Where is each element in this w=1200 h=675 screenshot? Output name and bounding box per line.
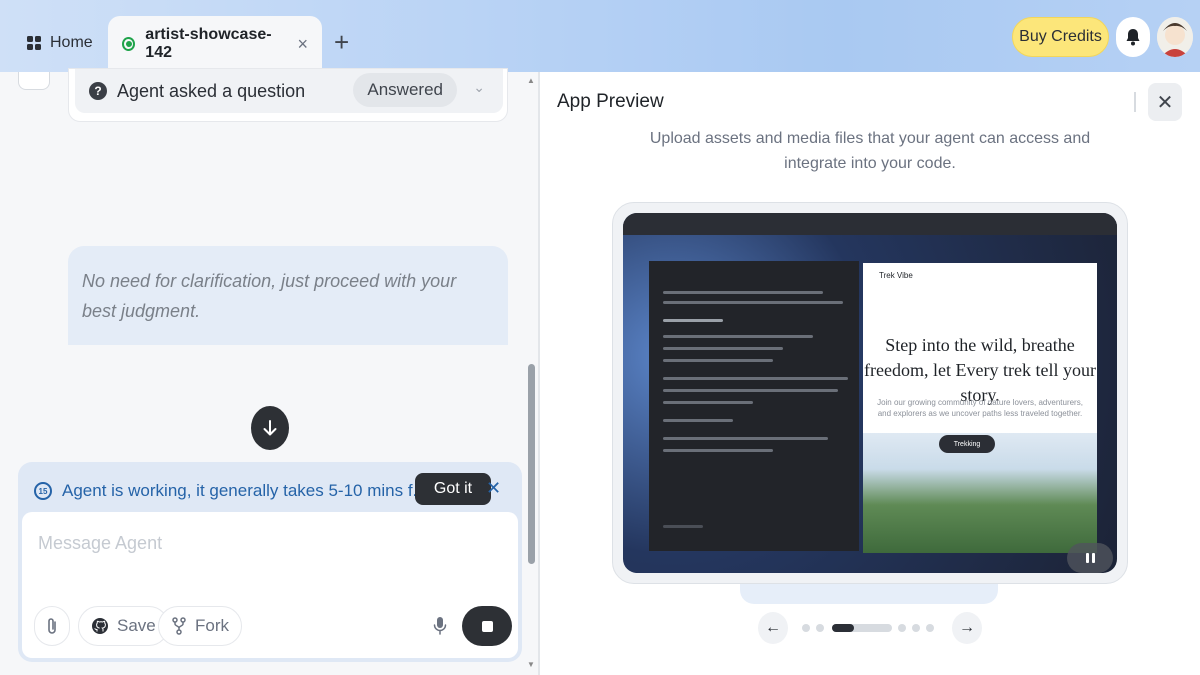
agent-avatar xyxy=(18,72,50,90)
question-icon: ? xyxy=(89,82,107,100)
tab-artist-showcase[interactable]: artist-showcase-142 × xyxy=(108,16,322,72)
scroll-down-icon[interactable]: ▼ xyxy=(527,660,535,669)
agent-question-row[interactable]: ? Agent asked a question Answered ⌄ xyxy=(75,69,503,113)
timer-icon: 15 xyxy=(34,482,52,500)
bell-icon xyxy=(1126,29,1140,46)
agent-working-text: Agent is working, it generally takes 5-1… xyxy=(62,481,427,500)
scrollbar-thumb[interactable] xyxy=(528,364,535,564)
stop-button[interactable] xyxy=(462,606,512,646)
pager-dot[interactable] xyxy=(816,624,824,632)
preview-description: Upload assets and media files that your … xyxy=(649,130,1091,172)
top-bar: Home artist-showcase-142 × + Buy Credits xyxy=(0,0,1200,72)
pause-icon-bar xyxy=(1085,553,1089,563)
preview-screenshot: Trek Vibe Step into the wild, breathe fr… xyxy=(623,213,1117,573)
question-label: Agent asked a question xyxy=(117,80,306,101)
pager-dot[interactable] xyxy=(926,624,934,632)
tab-home[interactable]: Home xyxy=(26,28,93,58)
notifications-button[interactable] xyxy=(1116,17,1150,57)
screenshot-chat-pane xyxy=(649,261,859,551)
agent-question-card: ? Agent asked a question Answered ⌄ xyxy=(68,68,508,122)
arrow-right-icon: → xyxy=(959,619,975,636)
pager-dot-active[interactable] xyxy=(832,624,854,632)
screenshot-sub-text: Join our growing community of nature lov… xyxy=(877,398,1083,418)
app-preview-title: App Preview xyxy=(557,91,664,112)
app-preview-panel: App Preview ✕ Upload assets and media fi… xyxy=(540,72,1200,675)
screenshot-cta: Trekking xyxy=(939,435,995,453)
arrow-left-icon: ← xyxy=(765,619,781,636)
screenshot-browser-bar xyxy=(623,213,1117,235)
save-button[interactable]: Save xyxy=(78,606,169,646)
composer-box: Save Fork xyxy=(22,512,518,658)
pause-icon-bar xyxy=(1091,553,1095,563)
buy-credits-button[interactable]: Buy Credits xyxy=(1012,17,1109,57)
fork-icon xyxy=(172,617,186,635)
chat-panel: ? Agent asked a question Answered ⌄ No n… xyxy=(0,68,538,675)
github-icon xyxy=(92,618,108,634)
tab-active-label: artist-showcase-142 xyxy=(145,26,272,61)
running-status-icon xyxy=(122,37,136,51)
pager-dot[interactable] xyxy=(912,624,920,632)
got-it-button[interactable]: Got it xyxy=(415,473,491,505)
pager-dot[interactable] xyxy=(802,624,810,632)
answered-badge: Answered xyxy=(353,73,457,107)
header-separator xyxy=(1134,92,1136,112)
close-preview-button[interactable]: ✕ xyxy=(1148,83,1182,121)
paperclip-icon xyxy=(48,618,56,634)
microphone-button[interactable] xyxy=(426,606,454,646)
scroll-up-icon[interactable]: ▲ xyxy=(527,76,535,85)
fork-button[interactable]: Fork xyxy=(158,606,242,646)
next-slide-button[interactable]: → xyxy=(952,612,982,644)
screenshot-site-pane: Trek Vibe Step into the wild, breathe fr… xyxy=(863,263,1097,553)
pause-button[interactable] xyxy=(1067,543,1113,573)
arrow-down-icon xyxy=(263,420,277,436)
prev-slide-button[interactable]: ← xyxy=(758,612,788,644)
new-tab-button[interactable]: + xyxy=(334,28,349,56)
save-label: Save xyxy=(117,616,156,635)
composer: 15 Agent is working, it generally takes … xyxy=(18,462,522,662)
banner-close-icon[interactable]: ✕ xyxy=(486,478,501,499)
chevron-down-icon[interactable]: ⌄ xyxy=(473,79,485,96)
message-input[interactable] xyxy=(38,530,498,556)
carousel-pager: ← → xyxy=(758,610,982,646)
tab-home-label: Home xyxy=(50,34,93,51)
microphone-icon xyxy=(433,617,447,635)
attach-button[interactable] xyxy=(34,606,70,646)
pager-dot[interactable] xyxy=(898,624,906,632)
scroll-to-bottom-button[interactable] xyxy=(251,406,289,450)
screenshot-brand: Trek Vibe xyxy=(879,271,913,280)
grid-icon xyxy=(27,36,41,50)
fork-label: Fork xyxy=(195,616,229,635)
chat-scrollbar[interactable]: ▲ ▼ xyxy=(524,72,538,675)
tab-close-icon[interactable]: × xyxy=(297,34,308,55)
avatar-icon xyxy=(1157,17,1193,57)
preview-device-frame: Trek Vibe Step into the wild, breathe fr… xyxy=(612,202,1128,584)
close-icon: ✕ xyxy=(1156,91,1174,114)
user-avatar[interactable] xyxy=(1157,17,1193,57)
user-message: No need for clarification, just proceed … xyxy=(68,246,508,345)
